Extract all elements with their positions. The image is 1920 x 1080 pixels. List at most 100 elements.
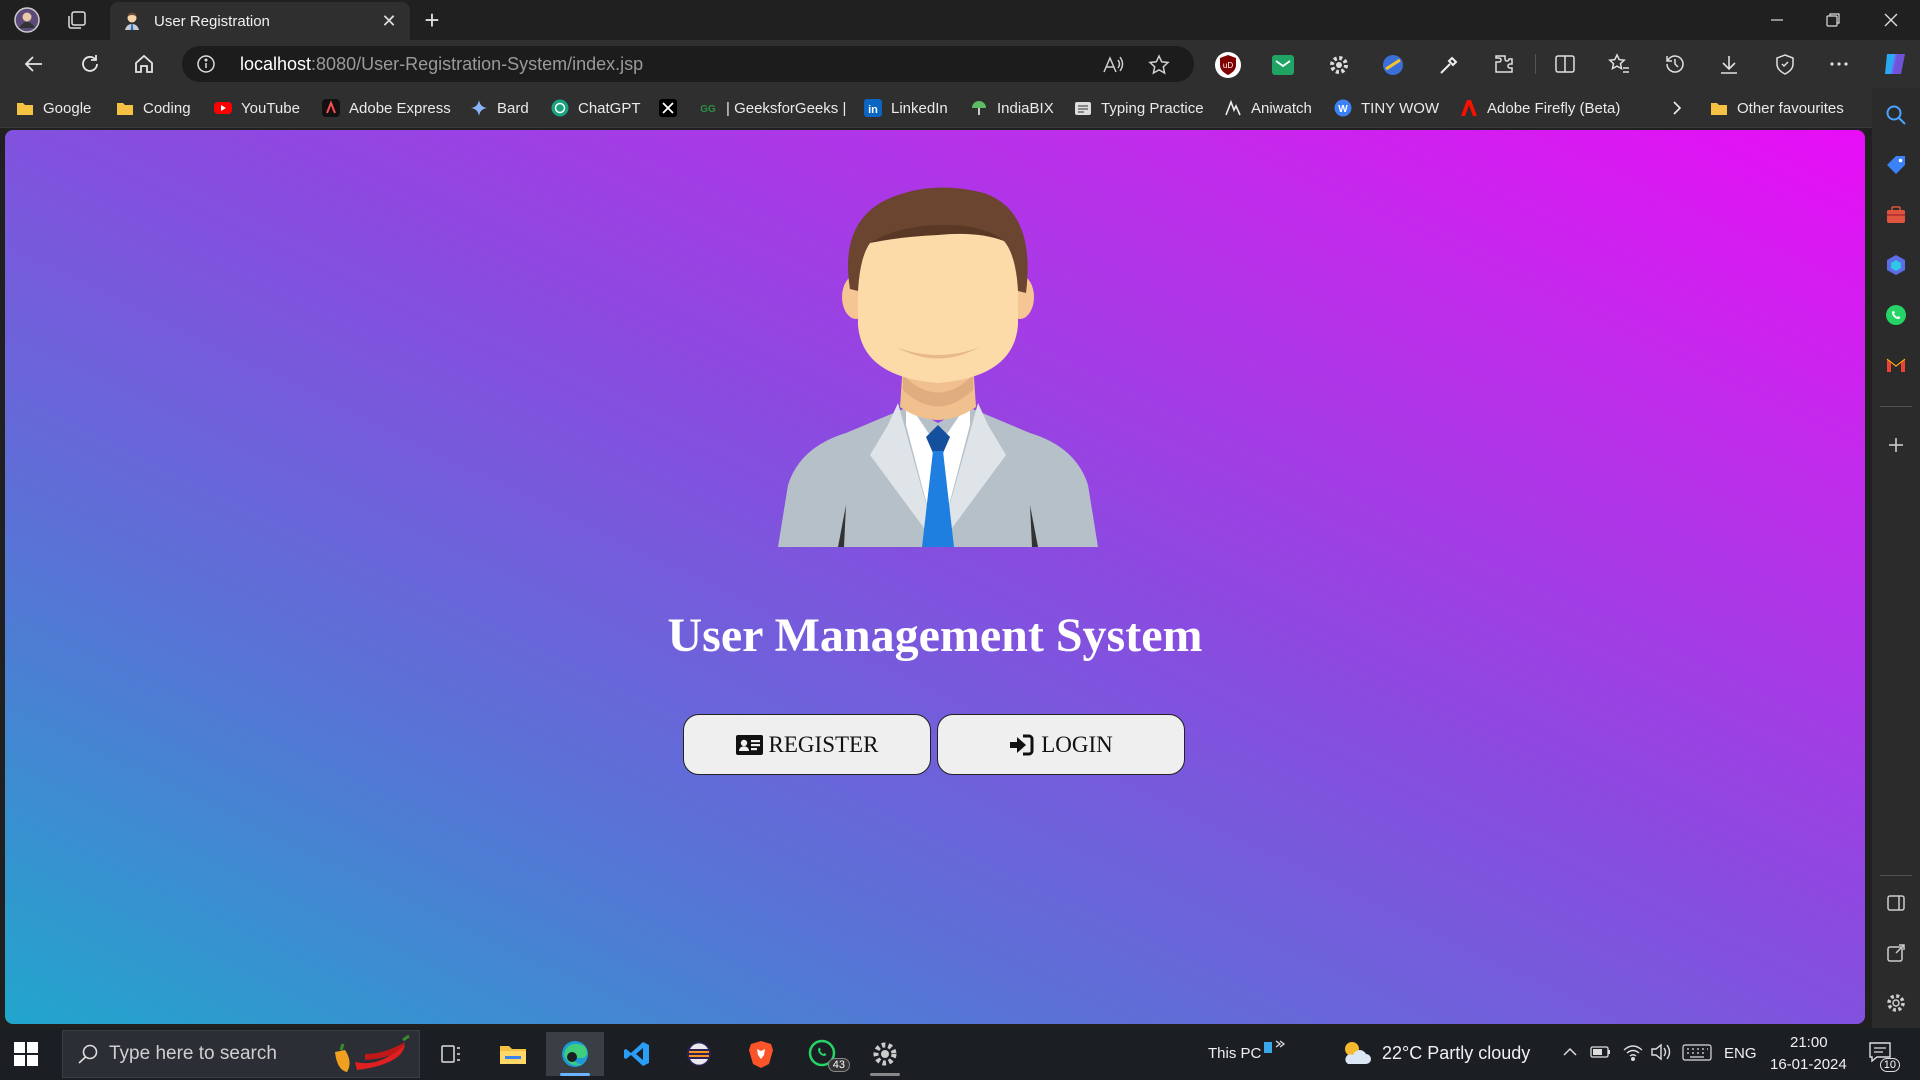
sidebar-settings-icon[interactable]	[1883, 990, 1909, 1016]
favourite-star-icon[interactable]	[1148, 54, 1170, 76]
windows-start-icon[interactable]	[12, 1040, 40, 1068]
favourite-tiny-wow[interactable]: W TINY WOW	[1334, 98, 1439, 118]
id-card-icon	[735, 734, 763, 755]
favourite-aniwatch[interactable]: Aniwatch	[1224, 98, 1312, 118]
this-pc-widget-icon[interactable]	[1262, 1038, 1286, 1058]
login-button-label: LOGIN	[1041, 731, 1113, 757]
task-view-icon[interactable]	[422, 1032, 480, 1076]
other-favourites[interactable]: Other favourites	[1710, 98, 1844, 118]
history-icon[interactable]	[1662, 51, 1688, 77]
gmail-icon[interactable]	[1883, 352, 1909, 378]
search-icon	[77, 1043, 99, 1065]
restore-button[interactable]	[1806, 0, 1860, 40]
eclipse-icon[interactable]	[670, 1032, 728, 1076]
favourite-label: ChatGPT	[578, 99, 641, 117]
close-tab-icon[interactable]: ✕	[380, 11, 398, 31]
favourite-google[interactable]: Google	[16, 98, 91, 118]
settings-taskbar-icon[interactable]	[856, 1032, 914, 1076]
x-icon	[659, 99, 677, 117]
folder-icon	[1710, 99, 1728, 117]
url-host: localhost	[240, 54, 312, 74]
whatsapp-taskbar-icon[interactable]: 43	[794, 1032, 852, 1076]
clock-time[interactable]: 21:00	[1790, 1034, 1828, 1051]
folder-icon	[16, 99, 34, 117]
brave-browser-icon[interactable]	[732, 1032, 790, 1076]
favourite-x[interactable]	[659, 98, 686, 118]
search-placeholder: Type here to search	[109, 1043, 277, 1064]
more-options-icon[interactable]	[1826, 51, 1852, 77]
wifi-icon[interactable]	[1622, 1042, 1644, 1062]
edge-sidebar	[1872, 88, 1920, 1028]
notifications-icon[interactable]: 10	[1868, 1040, 1900, 1072]
active-app-indicator	[560, 1073, 590, 1076]
favourite-typing-practice[interactable]: Typing Practice	[1074, 98, 1204, 118]
site-info-icon[interactable]	[196, 54, 216, 74]
this-pc-label[interactable]: This PC	[1208, 1045, 1261, 1062]
weather-text[interactable]: 22°C Partly cloudy	[1382, 1043, 1530, 1064]
color-picker-icon[interactable]	[1434, 50, 1464, 80]
settings-extension-icon[interactable]	[1324, 50, 1354, 80]
ublock-extension-icon[interactable]: uD	[1213, 50, 1243, 80]
open-external-icon[interactable]	[1883, 940, 1909, 966]
add-sidebar-app-icon[interactable]	[1883, 432, 1909, 458]
adobe-icon	[1460, 99, 1478, 117]
linkedin-icon: in	[864, 99, 882, 117]
vscode-icon[interactable]	[608, 1032, 666, 1076]
register-button-label: REGISTER	[768, 731, 879, 757]
close-window-button[interactable]	[1864, 0, 1918, 40]
favourite-adobe-express[interactable]: Adobe Express	[322, 98, 451, 118]
clock-date[interactable]: 16-01-2024	[1770, 1056, 1847, 1073]
address-bar[interactable]: localhost:8080/User-Registration-System/…	[182, 46, 1194, 82]
svg-text:uD: uD	[1223, 61, 1233, 70]
show-hidden-icons-chevron[interactable]	[1562, 1045, 1578, 1057]
hide-sidebar-icon[interactable]	[1883, 890, 1909, 916]
file-explorer-icon[interactable]	[484, 1032, 542, 1076]
favourite-chatgpt[interactable]: ChatGPT	[551, 98, 641, 118]
favourite-youtube[interactable]: YouTube	[214, 98, 300, 118]
volume-icon[interactable]	[1650, 1042, 1672, 1062]
favourite-adobe-firefly[interactable]: Adobe Firefly (Beta)	[1460, 98, 1620, 118]
login-button[interactable]: LOGIN	[937, 714, 1185, 775]
favourites-icon[interactable]	[1606, 51, 1632, 77]
favourite-linkedin[interactable]: in LinkedIn	[864, 98, 948, 118]
battery-icon[interactable]	[1590, 1044, 1612, 1060]
whatsapp-icon[interactable]	[1883, 302, 1909, 328]
downloads-icon[interactable]	[1716, 51, 1742, 77]
favourite-bard[interactable]: Bard	[470, 98, 529, 118]
extensions-icon[interactable]	[1491, 51, 1517, 77]
search-icon[interactable]	[1883, 102, 1909, 128]
partly-cloudy-icon	[1340, 1038, 1372, 1068]
page-title: User Management System	[667, 609, 1203, 662]
favourite-geeksforgeeks[interactable]: GG | GeeksforGeeks |	[699, 98, 846, 118]
copilot-icon[interactable]	[1880, 49, 1910, 79]
favourites-overflow-chevron[interactable]	[1668, 98, 1695, 118]
favourite-label: | GeeksforGeeks |	[726, 99, 847, 117]
home-icon[interactable]	[128, 48, 160, 80]
profile-avatar-icon[interactable]	[0, 0, 54, 40]
workspaces-icon[interactable]	[50, 0, 104, 40]
refresh-icon[interactable]	[74, 48, 106, 80]
language-indicator[interactable]: ENG	[1724, 1045, 1757, 1062]
read-aloud-icon[interactable]	[1102, 54, 1124, 76]
taskbar-search-box[interactable]: Type here to search	[62, 1030, 420, 1078]
shopping-tag-icon[interactable]	[1883, 152, 1909, 178]
minimize-button[interactable]	[1750, 0, 1804, 40]
browser-essentials-icon[interactable]	[1772, 51, 1798, 77]
url-text[interactable]: localhost:8080/User-Registration-System/…	[240, 54, 643, 75]
globe-extension-icon[interactable]	[1378, 50, 1408, 80]
active-tab[interactable]: User Registration ✕	[110, 2, 410, 40]
edge-taskbar-icon[interactable]	[546, 1032, 604, 1076]
mail-extension-icon[interactable]	[1268, 50, 1298, 80]
register-button[interactable]: REGISTER	[683, 714, 931, 775]
keyboard-icon[interactable]	[1682, 1043, 1712, 1063]
tab-title: User Registration	[154, 12, 270, 30]
chatgpt-icon	[551, 99, 569, 117]
back-icon[interactable]	[18, 48, 50, 80]
favourite-coding[interactable]: Coding	[116, 98, 191, 118]
navigation-bar: localhost:8080/User-Registration-System/…	[0, 40, 1920, 88]
tools-briefcase-icon[interactable]	[1883, 202, 1909, 228]
office-icon[interactable]	[1883, 252, 1909, 278]
new-tab-button[interactable]: +	[416, 4, 448, 36]
favourite-indiabix[interactable]: IndiaBIX	[970, 98, 1054, 118]
split-screen-icon[interactable]	[1552, 51, 1578, 77]
